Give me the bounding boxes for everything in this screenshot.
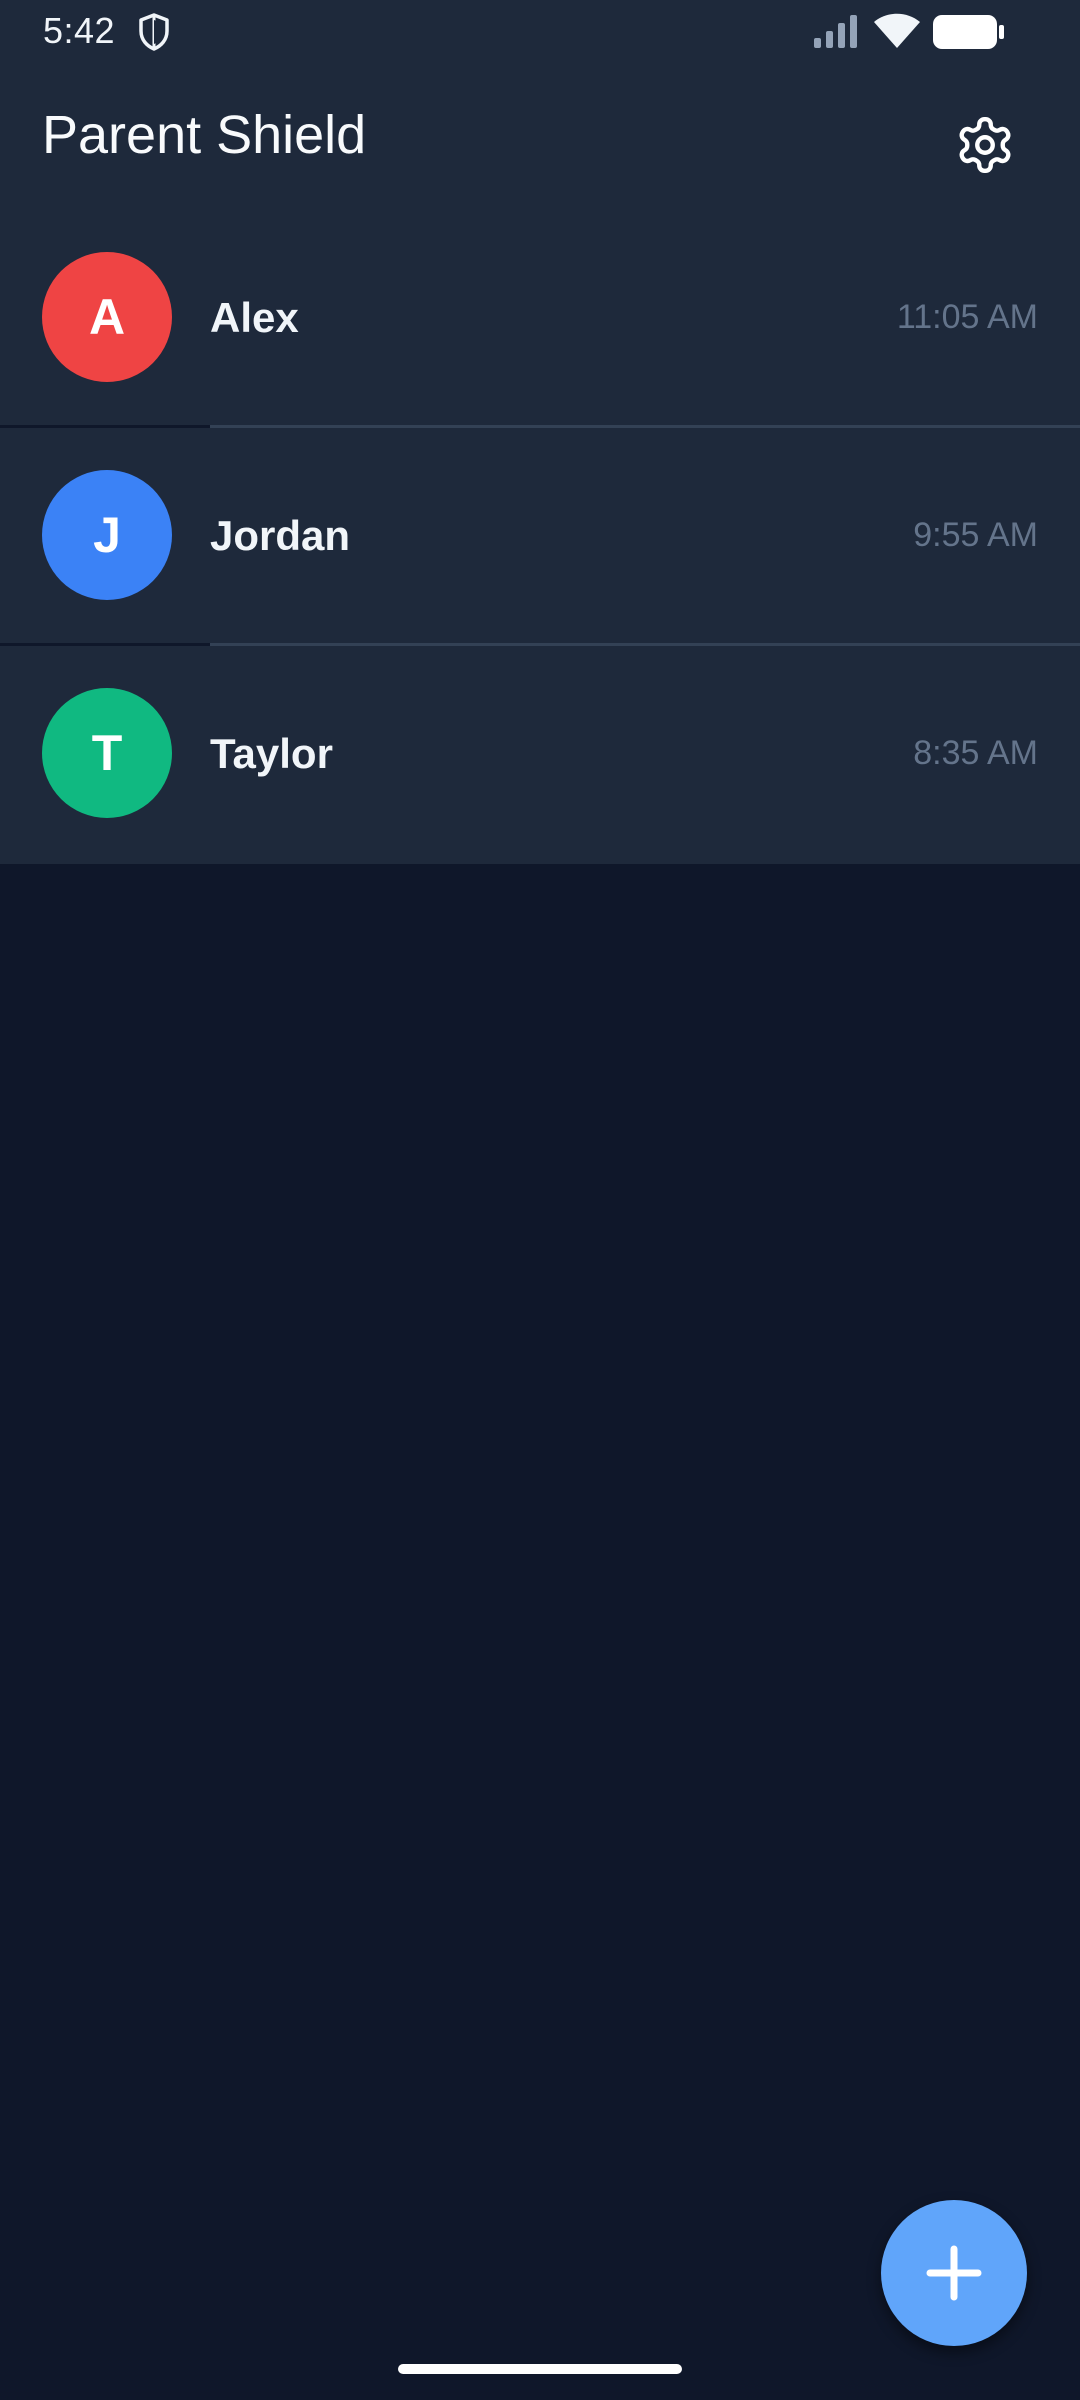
plus-icon — [926, 2245, 982, 2301]
app-bar: Parent Shield — [0, 64, 1080, 214]
list-item-child-taylor[interactable]: T Taylor 8:35 AM — [0, 646, 1080, 864]
battery-icon — [933, 15, 1004, 49]
avatar: J — [42, 470, 172, 600]
child-name: Jordan — [210, 512, 351, 559]
settings-button[interactable] — [942, 102, 1028, 188]
wifi-icon — [874, 13, 920, 48]
signal-icon — [814, 15, 857, 48]
add-child-button[interactable] — [881, 2200, 1027, 2346]
avatar: A — [42, 252, 172, 382]
gear-icon — [959, 116, 1011, 174]
child-name: Taylor — [210, 730, 333, 777]
status-bar: 5:42 — [0, 0, 1080, 64]
status-time: 5:42 — [43, 10, 116, 51]
child-list: A Alex 11:05 AM J Jordan 9:55 AM T Taylo… — [0, 210, 1080, 864]
shield-icon — [139, 13, 169, 51]
home-indicator[interactable] — [398, 2364, 682, 2374]
page-title: Parent Shield — [42, 105, 367, 165]
list-item-child-jordan[interactable]: J Jordan 9:55 AM — [0, 428, 1080, 646]
last-seen-time: 9:55 AM — [913, 516, 1038, 554]
avatar: T — [42, 688, 172, 818]
child-name: Alex — [210, 294, 299, 341]
last-seen-time: 8:35 AM — [913, 734, 1038, 772]
list-item-child-alex[interactable]: A Alex 11:05 AM — [0, 210, 1080, 428]
last-seen-time: 11:05 AM — [896, 298, 1038, 336]
